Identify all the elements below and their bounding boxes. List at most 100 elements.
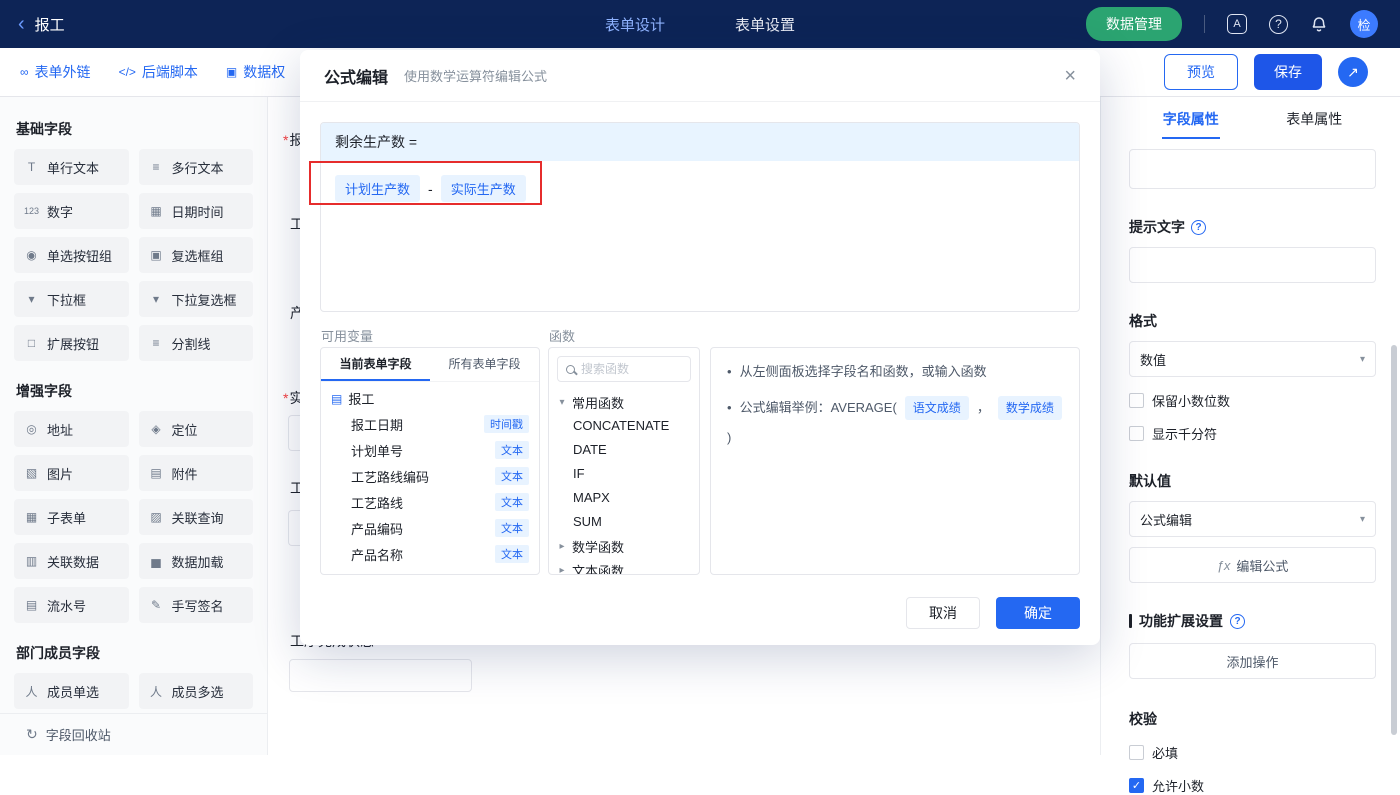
tab-field-properties[interactable]: 字段属性: [1129, 97, 1253, 143]
field-type-radio-group[interactable]: ◉ 单选按钮组: [14, 237, 129, 273]
extension-help-icon[interactable]: ?: [1230, 613, 1245, 629]
preview-button[interactable]: 预览: [1164, 54, 1238, 90]
allow-decimal-checkbox[interactable]: ✓ 允许小数: [1129, 776, 1376, 795]
variable-row[interactable]: 工艺路线 文本: [321, 489, 539, 515]
required-label: 必填: [1152, 746, 1179, 761]
field-type-label: 下拉复选框: [171, 292, 237, 308]
section-basic-fields: 基础字段: [16, 121, 72, 137]
variable-row[interactable]: 报工日期 时间戳: [321, 411, 539, 437]
function-item[interactable]: SUM: [549, 510, 699, 534]
close-icon[interactable]: ×: [1064, 66, 1076, 86]
tab-form-settings[interactable]: 表单设置: [735, 14, 795, 35]
variable-type-badge: 文本: [495, 493, 529, 511]
required-checkbox[interactable]: 必填: [1129, 743, 1376, 762]
field-type-related-data[interactable]: ▥ 关联数据: [14, 543, 129, 579]
field-type-address[interactable]: ◎ 地址: [14, 411, 129, 447]
edit-formula-button[interactable]: ƒx 编辑公式: [1129, 547, 1376, 583]
topbar-actions: 数据管理 A ? 检: [1086, 7, 1400, 41]
thousand-separator-checkbox[interactable]: 显示千分符: [1129, 424, 1376, 443]
field-type-attachment[interactable]: ▤ 附件: [138, 455, 253, 491]
field-type-signature[interactable]: ✎ 手写签名: [138, 587, 253, 623]
formula-field-token[interactable]: 实际生产数: [440, 175, 526, 202]
data-permission-link[interactable]: ▣ 数据权: [226, 62, 285, 82]
add-action-button[interactable]: 添加操作: [1129, 643, 1376, 679]
confirm-button[interactable]: 确定: [996, 597, 1080, 629]
field-recycle-bin[interactable]: ↻ 字段回收站: [0, 713, 267, 755]
serial-icon: ▤: [25, 598, 38, 612]
function-group-math[interactable]: ▸ 数学函数: [549, 534, 699, 558]
tab-current-form-fields[interactable]: 当前表单字段: [321, 348, 430, 381]
field-type-datetime[interactable]: ▦ 日期时间: [138, 193, 253, 229]
process-status-input[interactable]: [289, 659, 472, 692]
variables-tabs: 当前表单字段 所有表单字段: [321, 348, 539, 382]
translate-icon[interactable]: A: [1227, 14, 1247, 34]
field-type-label: 日期时间: [171, 204, 224, 220]
field-type-label: 下拉框: [47, 292, 87, 308]
variable-row[interactable]: 计划单号 文本: [321, 437, 539, 463]
field-type-single-text[interactable]: T 单行文本: [14, 149, 129, 185]
formula-editor[interactable]: 剩余生产数 = 计划生产数 - 实际生产数: [320, 122, 1080, 312]
field-type-multi-select[interactable]: ▾ 下拉复选框: [138, 281, 253, 317]
function-search[interactable]: [557, 356, 691, 382]
save-button[interactable]: 保存: [1254, 54, 1322, 90]
chevron-right-icon: ▸: [559, 540, 565, 552]
function-group-text[interactable]: ▸ 文本函数: [549, 558, 699, 575]
avatar[interactable]: 检: [1350, 10, 1378, 38]
hint-help-icon[interactable]: ?: [1191, 219, 1206, 235]
field-type-member-single[interactable]: 人 成员单选: [14, 673, 129, 709]
function-item[interactable]: DATE: [549, 438, 699, 462]
chevron-down-icon: ▾: [1359, 353, 1365, 365]
field-type-subform[interactable]: ▦ 子表单: [14, 499, 129, 535]
field-title-input[interactable]: [1129, 149, 1376, 189]
field-type-image[interactable]: ▧ 图片: [14, 455, 129, 491]
format-select[interactable]: 数值 ▾: [1129, 341, 1376, 377]
bell-icon[interactable]: [1310, 15, 1328, 33]
function-group-common[interactable]: ▾ 常用函数: [549, 390, 699, 414]
data-manage-button[interactable]: 数据管理: [1086, 7, 1182, 41]
field-type-number[interactable]: 123 数字: [14, 193, 129, 229]
keep-decimal-checkbox[interactable]: 保留小数位数: [1129, 391, 1376, 410]
basic-fields-grid: T 单行文本 ≡ 多行文本 123 数字 ▦ 日期时间 ◉ 单选按钮组 ▣ 复选…: [14, 149, 253, 361]
default-value-select[interactable]: 公式编辑 ▾: [1129, 501, 1376, 537]
hint-text-input[interactable]: [1129, 247, 1376, 283]
field-type-member-multi[interactable]: 人 成员多选: [138, 673, 253, 709]
field-type-checkbox-group[interactable]: ▣ 复选框组: [138, 237, 253, 273]
location-icon: ◈: [151, 422, 161, 436]
function-item[interactable]: IF: [549, 462, 699, 486]
field-type-serial-number[interactable]: ▤ 流水号: [14, 587, 129, 623]
field-type-multi-text[interactable]: ≡ 多行文本: [138, 149, 253, 185]
cancel-button[interactable]: 取消: [906, 597, 980, 629]
checkbox-icon: [1129, 426, 1144, 441]
help-icon[interactable]: ?: [1269, 14, 1288, 34]
form-external-link[interactable]: ∞ 表单外链: [20, 62, 91, 82]
field-type-location[interactable]: ◈ 定位: [138, 411, 253, 447]
tab-form-properties[interactable]: 表单属性: [1253, 97, 1377, 143]
variable-row[interactable]: 产品编码 文本: [321, 515, 539, 541]
function-search-input[interactable]: [581, 362, 682, 376]
field-type-data-load[interactable]: ▅ 数据加载: [138, 543, 253, 579]
function-item[interactable]: MAPX: [549, 486, 699, 510]
formula-field-token[interactable]: 计划生产数: [335, 175, 421, 202]
share-button[interactable]: ↗: [1338, 57, 1368, 87]
help-example-suffix: ): [727, 430, 732, 445]
form-tree-root[interactable]: ▤ 报工: [321, 382, 539, 411]
checkbox-icon: [1129, 745, 1144, 760]
variable-row[interactable]: 工艺路线编码 文本: [321, 463, 539, 489]
help-example-prefix: 公式编辑举例：AVERAGE(: [739, 400, 897, 415]
tab-form-design[interactable]: 表单设计: [605, 14, 665, 35]
multi-select-icon: ▾: [152, 292, 160, 306]
help-line-2: • 公式编辑举例：AVERAGE( 语文成绩 ， 数学成绩 ): [727, 396, 1063, 448]
tab-all-form-fields[interactable]: 所有表单字段: [430, 348, 539, 381]
backend-script-link[interactable]: </> 后端脚本: [119, 62, 198, 82]
page-scrollbar-thumb[interactable]: [1391, 345, 1397, 735]
field-type-lookup[interactable]: ▨ 关联查询: [138, 499, 253, 535]
formula-expression: 计划生产数 - 实际生产数: [321, 161, 1079, 216]
extend-button-icon: □: [27, 336, 36, 350]
field-type-extend-button[interactable]: □ 扩展按钮: [14, 325, 129, 361]
field-type-divider[interactable]: ≡ 分割线: [138, 325, 253, 361]
member-single-icon: 人: [25, 684, 38, 699]
function-item[interactable]: CONCATENATE: [549, 414, 699, 438]
variable-row[interactable]: 产品名称 文本: [321, 541, 539, 567]
field-type-label: 关联查询: [171, 510, 224, 526]
field-type-select[interactable]: ▾ 下拉框: [14, 281, 129, 317]
